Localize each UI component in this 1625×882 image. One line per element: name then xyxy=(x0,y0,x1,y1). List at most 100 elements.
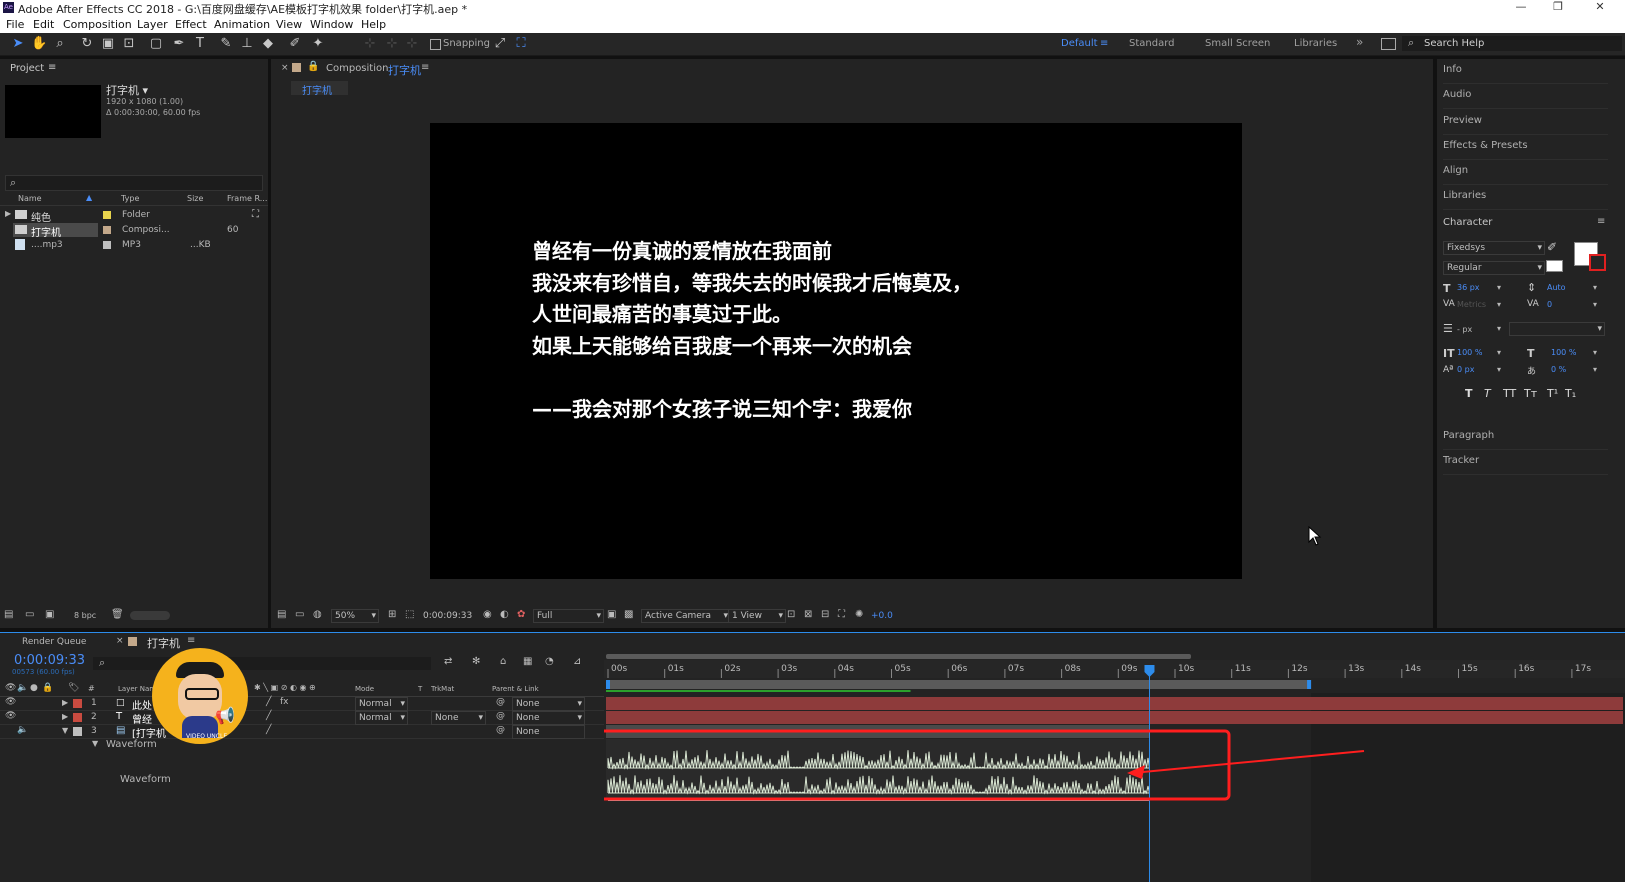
panel-preview[interactable]: Preview xyxy=(1443,110,1608,135)
workspace-default[interactable]: Default xyxy=(1061,38,1098,49)
toggle-pixel-aspect-icon[interactable]: ⊡ xyxy=(787,609,795,620)
flowchart-icon[interactable]: ⛶ xyxy=(252,209,259,220)
chevron-down-icon[interactable]: ▾ xyxy=(1497,300,1501,309)
chevron-down-icon[interactable]: ▾ xyxy=(1593,348,1597,357)
snapshot-icon[interactable]: ◉ xyxy=(483,609,492,620)
faux-italic-button[interactable]: T xyxy=(1484,387,1491,400)
timeline-search-input[interactable]: ⌕ xyxy=(93,656,431,670)
layer-name[interactable]: [打字机 xyxy=(132,725,166,740)
layer-label-color[interactable] xyxy=(73,699,82,708)
camera-dropdown[interactable]: Active Camera ▾ xyxy=(641,609,731,623)
project-menu-icon[interactable]: ≡ xyxy=(48,62,56,73)
layer-row-1[interactable]: 👁 ▶ 1 □ 此处 ╱ fx Normal ▾ @ None ▾ xyxy=(0,697,604,712)
label-color[interactable] xyxy=(103,226,111,234)
panel-tracker[interactable]: Tracker xyxy=(1443,450,1608,475)
brush-tool-icon[interactable]: ✎ xyxy=(218,36,234,52)
camera-tool-icon[interactable]: ▣ xyxy=(100,36,116,52)
maximize-button[interactable]: ❐ xyxy=(1539,0,1577,16)
layer-row-2[interactable]: 👁 ▶ 2 T 曾经 ╱ Normal ▾ None ▾ @ None ▾ xyxy=(0,711,604,726)
mask-visibility-icon[interactable]: ⬚ xyxy=(405,609,414,620)
quality-switch-icon[interactable]: ╱ xyxy=(266,725,271,735)
shy-layers-icon[interactable]: ⌂ xyxy=(500,656,506,667)
resolution-dropdown[interactable]: Full ▾ xyxy=(533,609,604,623)
font-style-dropdown[interactable]: Regular ▾ xyxy=(1443,261,1545,275)
chevron-down-icon[interactable]: ▾ xyxy=(1497,365,1501,374)
baseline-shift-value[interactable]: 0 px xyxy=(1457,365,1474,374)
pen-tool-icon[interactable]: ✒ xyxy=(171,36,187,52)
timeline-menu-icon[interactable]: ≡ xyxy=(187,635,195,646)
workspace-libraries[interactable]: Libraries xyxy=(1294,38,1337,49)
video-switch-icon[interactable]: 👁 xyxy=(5,683,16,693)
selection-tool-icon[interactable]: ➤ xyxy=(10,36,26,52)
chevron-down-icon[interactable]: ▾ xyxy=(1497,283,1501,292)
trash-icon[interactable]: 🗑 xyxy=(111,609,124,620)
character-menu-icon[interactable]: ≡ xyxy=(1597,216,1605,227)
layer-row-3[interactable]: 🔈 ▼ 3 ▤ [打字机 ╱ @ None xyxy=(0,725,604,740)
panel-align[interactable]: Align xyxy=(1443,160,1608,185)
project-row-audio[interactable]: ....mp3 MP3 ...KB xyxy=(0,238,268,253)
menu-effect[interactable]: Effect xyxy=(175,18,207,31)
label-column-icon[interactable]: 🏷 xyxy=(68,683,79,693)
roto-brush-tool-icon[interactable]: ✐ xyxy=(287,36,303,52)
comp-name-dropdown[interactable]: 打字机 ▾ xyxy=(106,82,148,98)
black-white-swatch[interactable] xyxy=(1546,260,1563,272)
panel-audio[interactable]: Audio xyxy=(1443,84,1608,109)
eraser-tool-icon[interactable]: ◆ xyxy=(260,36,276,52)
font-size-value[interactable]: 36 px xyxy=(1457,283,1480,292)
small-caps-button[interactable]: Tт xyxy=(1524,387,1537,400)
timeline-icon[interactable]: ⊟ xyxy=(821,609,829,620)
composition-canvas[interactable]: 曾经有一份真诚的爱情放在我面前 我没来有珍惜自，等我失去的时候我才后悔莫及， 人… xyxy=(430,123,1242,579)
project-row-comp[interactable]: 打字机 Composi... 60 xyxy=(0,223,268,239)
menu-view[interactable]: View xyxy=(276,18,302,31)
visibility-eye-icon[interactable]: 👁 xyxy=(5,711,16,721)
eyedropper-icon[interactable]: ✐ xyxy=(1547,240,1557,254)
col-trkmat[interactable]: TrkMat xyxy=(431,685,454,693)
pick-whip-icon[interactable]: @ xyxy=(496,725,505,735)
flowchart-icon[interactable]: ⛶ xyxy=(838,609,845,620)
subscript-button[interactable]: T₁ xyxy=(1565,387,1576,400)
magnification-dropdown[interactable]: 50% ▾ xyxy=(331,609,379,623)
expand-waveform-arrow-icon[interactable]: ▼ xyxy=(92,739,98,748)
comp-tab-prefix[interactable]: Composition xyxy=(326,63,388,74)
current-time[interactable]: 0:00:09:33 xyxy=(423,611,472,621)
blend-mode-dropdown[interactable]: Normal ▾ xyxy=(355,711,408,725)
expand-arrow-icon[interactable]: ▶ xyxy=(5,209,11,218)
menu-edit[interactable]: Edit xyxy=(33,18,54,31)
parent-dropdown[interactable]: None ▾ xyxy=(512,711,585,725)
menu-window[interactable]: Window xyxy=(310,18,353,31)
timeline-timecode[interactable]: 0:00:09:33 xyxy=(14,653,85,668)
workspace-overflow[interactable]: » xyxy=(1356,35,1363,49)
bpc-toggle[interactable]: 8 bpc xyxy=(74,611,96,620)
search-help-input[interactable]: ⌕ Search Help xyxy=(1402,36,1622,51)
vertical-scale-value[interactable]: 100 % xyxy=(1457,348,1482,357)
waveform-property-label[interactable]: Waveform xyxy=(120,774,171,785)
parent-dropdown[interactable]: None xyxy=(512,725,585,739)
workspace-menu-icon[interactable]: ≡ xyxy=(1100,38,1108,49)
puppet-pin-tool-icon[interactable]: ✦ xyxy=(310,36,326,52)
workspace-standard[interactable]: Standard xyxy=(1129,38,1175,49)
tsume-value[interactable]: 0 % xyxy=(1551,365,1566,374)
solo-switch-icon[interactable]: ● xyxy=(30,683,38,693)
tracking-value[interactable]: 0 xyxy=(1547,300,1552,309)
zoom-tool-icon[interactable]: ⌕ xyxy=(52,36,68,52)
close-tab-icon[interactable]: × xyxy=(116,636,124,646)
transparency-grid-icon[interactable]: ▩ xyxy=(624,609,633,620)
audio-switch-icon[interactable]: 🔈 xyxy=(17,683,28,693)
rectangle-tool-icon[interactable]: ▢ xyxy=(148,36,164,52)
hand-tool-icon[interactable]: ✋ xyxy=(31,36,47,52)
rotate-tool-icon[interactable]: ↻ xyxy=(79,36,95,52)
audio-speaker-icon[interactable]: 🔈 xyxy=(17,725,28,735)
comp-subtab[interactable]: 打字机 xyxy=(291,81,348,97)
panel-paragraph[interactable]: Paragraph xyxy=(1443,425,1608,450)
timeline-track-area[interactable]: 00s 01s 02s 03s 04s 05s 06s 07s 08s 09s 10s 11s 12s 1… xyxy=(604,633,1625,882)
exposure-value[interactable]: +0.0 xyxy=(871,611,893,621)
menu-file[interactable]: File xyxy=(6,18,24,31)
kerning-value[interactable]: Metrics xyxy=(1457,300,1486,309)
composition-mini-flowchart-icon[interactable]: ⇄ xyxy=(444,656,452,667)
channel-icon[interactable]: ✿ xyxy=(517,609,525,620)
type-tool-icon[interactable]: T xyxy=(192,36,208,52)
new-folder-icon[interactable]: ▭ xyxy=(25,609,34,620)
search-help-toggle-icon[interactable] xyxy=(1381,38,1396,50)
comp-menu-icon[interactable]: ≡ xyxy=(421,62,429,73)
monitor-icon[interactable]: ▭ xyxy=(295,609,304,620)
